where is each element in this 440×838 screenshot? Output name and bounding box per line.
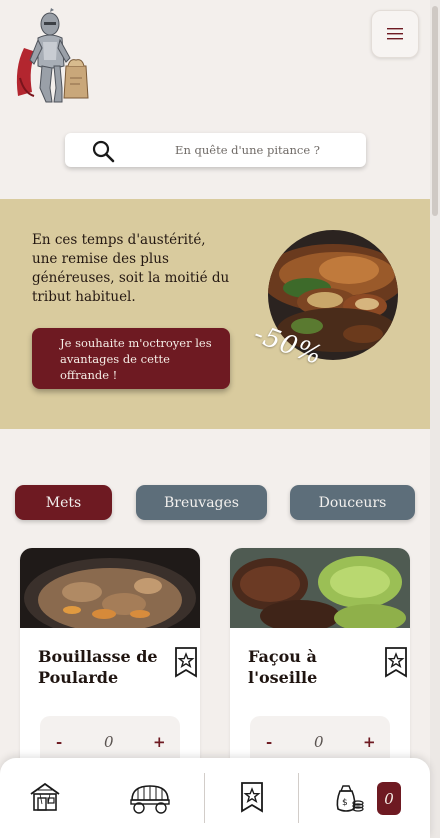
promo-claim-button[interactable]: Je souhaite m'octroyer les avantages de …: [32, 328, 230, 389]
quantity-value: 0: [314, 733, 324, 751]
scrollbar-thumb[interactable]: [432, 6, 438, 216]
nav-divider: [204, 773, 205, 823]
increment-button[interactable]: +: [153, 733, 166, 751]
quantity-value: 0: [104, 733, 114, 751]
menu-button[interactable]: [371, 10, 419, 58]
product-image: [230, 548, 410, 628]
product-name: Bouillasse de Poularde: [38, 647, 158, 687]
nav-divider: [298, 773, 299, 823]
decrement-button[interactable]: -: [56, 733, 62, 751]
bottom-nav: $ 0: [0, 758, 430, 838]
wagon-icon[interactable]: [128, 780, 172, 814]
money-bag-icon[interactable]: $: [330, 781, 364, 815]
promo-text: En ces temps d'austérité, une remise des…: [32, 232, 230, 305]
tab-douceurs[interactable]: Douceurs: [290, 485, 415, 520]
decrement-button[interactable]: -: [266, 733, 272, 751]
svg-text:$: $: [342, 798, 348, 808]
tab-mets[interactable]: Mets: [15, 485, 112, 520]
product-image: [20, 548, 200, 628]
tab-breuvages[interactable]: Breuvages: [136, 485, 267, 520]
hamburger-menu-icon: [387, 28, 403, 40]
product-name: Façou à l'oseille: [248, 647, 318, 687]
cart-count-badge[interactable]: 0: [377, 782, 401, 815]
promo-banner: En ces temps d'austérité, une remise des…: [0, 199, 430, 429]
increment-button[interactable]: +: [363, 733, 376, 751]
bookmark-star-icon[interactable]: [240, 781, 264, 813]
search-input[interactable]: [135, 133, 360, 167]
bookmark-star-icon[interactable]: [174, 646, 198, 678]
knight-logo-icon[interactable]: [10, 8, 92, 108]
scrollbar-track[interactable]: [430, 0, 440, 838]
search-icon[interactable]: [91, 139, 115, 163]
tavern-icon[interactable]: [28, 780, 62, 814]
bookmark-star-icon[interactable]: [384, 646, 408, 678]
search-bar[interactable]: [65, 133, 366, 167]
